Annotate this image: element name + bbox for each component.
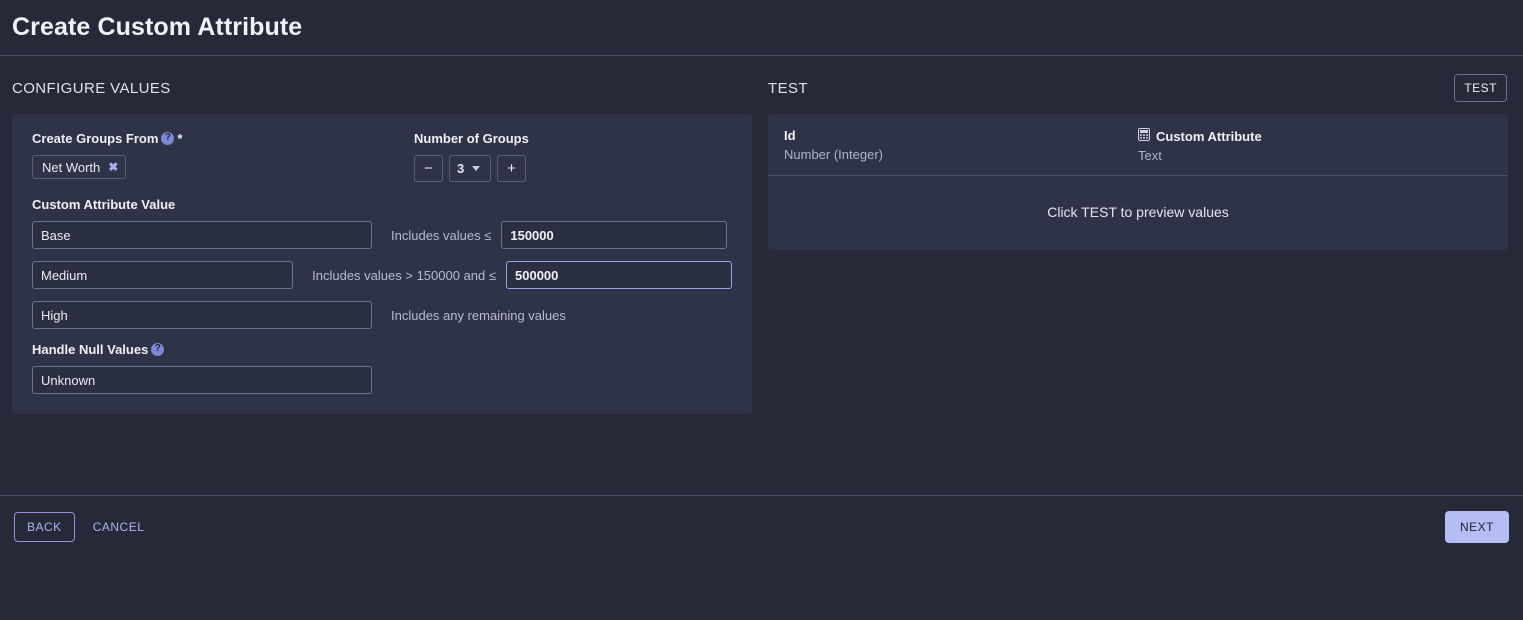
minus-icon[interactable]: − <box>414 155 443 182</box>
test-column-name: Id <box>784 128 1138 143</box>
custom-attribute-value-row: Includes any remaining values <box>32 301 732 329</box>
chip-label: Net Worth <box>42 159 101 175</box>
rule-label: Includes any remaining values <box>391 307 566 323</box>
test-column-name-text: Id <box>784 128 796 143</box>
test-heading-row: TEST TEST <box>768 74 1507 102</box>
custom-attribute-value-row: Includes values ≤ <box>32 221 732 249</box>
footer-left-actions: BACK CANCEL <box>14 511 155 542</box>
page-title: Create Custom Attribute <box>12 13 303 41</box>
test-heading: TEST <box>768 79 808 97</box>
test-column-name-text: Custom Attribute <box>1156 128 1262 144</box>
close-icon[interactable]: ✖ <box>108 161 118 173</box>
calculator-icon <box>1138 128 1150 144</box>
custom-attribute-value-input[interactable] <box>32 301 372 329</box>
custom-attribute-value-input[interactable] <box>32 221 372 249</box>
number-of-groups-select[interactable]: 3 <box>449 155 491 182</box>
test-empty-message: Click TEST to preview values <box>1047 204 1229 220</box>
rule-group: Includes any remaining values <box>372 308 566 323</box>
create-groups-from-label: Create Groups From ? * <box>32 130 392 146</box>
cancel-button[interactable]: CANCEL <box>83 513 155 541</box>
configure-values-heading: CONFIGURE VALUES <box>12 79 171 97</box>
test-preview-column: Custom Attribute Text <box>1138 128 1492 163</box>
next-button[interactable]: NEXT <box>1444 510 1509 543</box>
rule-label: Includes values ≤ <box>391 227 492 243</box>
number-of-groups-field: Number of Groups − 3 + <box>414 130 732 182</box>
custom-attribute-value-rows: Includes values ≤ Includes values > 15000… <box>32 221 732 329</box>
top-fields-row: Create Groups From ? * Net Worth ✖ Numbe… <box>32 130 732 182</box>
create-groups-from-chip[interactable]: Net Worth ✖ <box>32 155 127 179</box>
test-column-type: Text <box>1138 148 1162 163</box>
rule-group: Includes values > 150000 and ≤ <box>293 261 732 289</box>
handle-null-values-input[interactable] <box>32 366 372 394</box>
test-preview-card: Id Number (Integer) Custom Attribute Text C… <box>768 114 1508 250</box>
back-button[interactable]: BACK <box>14 511 75 542</box>
test-preview-column: Id Number (Integer) <box>784 128 1138 163</box>
number-of-groups-stepper: − 3 + <box>414 155 732 182</box>
custom-attribute-value-label: Custom Attribute Value <box>32 196 176 212</box>
help-circle-icon[interactable]: ? <box>151 342 165 356</box>
create-groups-from-label-text: Create Groups From <box>32 130 159 146</box>
footer-bar: BACK CANCEL NEXT <box>0 495 1523 557</box>
rule-label: Includes values > 150000 and ≤ <box>312 267 496 283</box>
test-column: TEST TEST Id Number (Integer) Custom Attri… <box>760 56 1523 557</box>
rule-group: Includes values ≤ <box>372 221 728 249</box>
handle-null-values-label: Handle Null Values ? <box>32 341 732 357</box>
configure-values-card: Create Groups From ? * Net Worth ✖ Numbe… <box>12 114 752 414</box>
custom-attribute-value-input[interactable] <box>32 261 294 289</box>
page-header: Create Custom Attribute <box>0 0 1523 56</box>
threshold-input[interactable] <box>506 261 732 289</box>
test-column-name: Custom Attribute <box>1138 128 1492 144</box>
plus-icon[interactable]: + <box>497 155 526 182</box>
number-of-groups-label: Number of Groups <box>414 130 529 146</box>
body-area: CONFIGURE VALUES Create Groups From ? * … <box>0 56 1523 557</box>
configure-values-column: CONFIGURE VALUES Create Groups From ? * … <box>0 56 760 557</box>
required-marker: * <box>177 130 183 146</box>
test-preview-header: Id Number (Integer) Custom Attribute Text <box>768 114 1508 176</box>
number-of-groups-value: 3 <box>457 161 465 176</box>
test-button[interactable]: TEST <box>1454 74 1507 102</box>
help-circle-icon[interactable]: ? <box>161 131 175 145</box>
custom-attribute-value-row: Includes values > 150000 and ≤ <box>32 261 732 289</box>
threshold-input[interactable] <box>501 221 728 249</box>
handle-null-values-field: Handle Null Values ? <box>32 341 732 394</box>
custom-attribute-value-field: Custom Attribute Value Includes values ≤… <box>32 196 732 329</box>
test-column-type: Number (Integer) <box>784 147 883 162</box>
create-groups-from-field: Create Groups From ? * Net Worth ✖ <box>32 130 392 182</box>
handle-null-values-label-text: Handle Null Values <box>32 341 149 357</box>
chevron-down-icon <box>472 166 481 171</box>
